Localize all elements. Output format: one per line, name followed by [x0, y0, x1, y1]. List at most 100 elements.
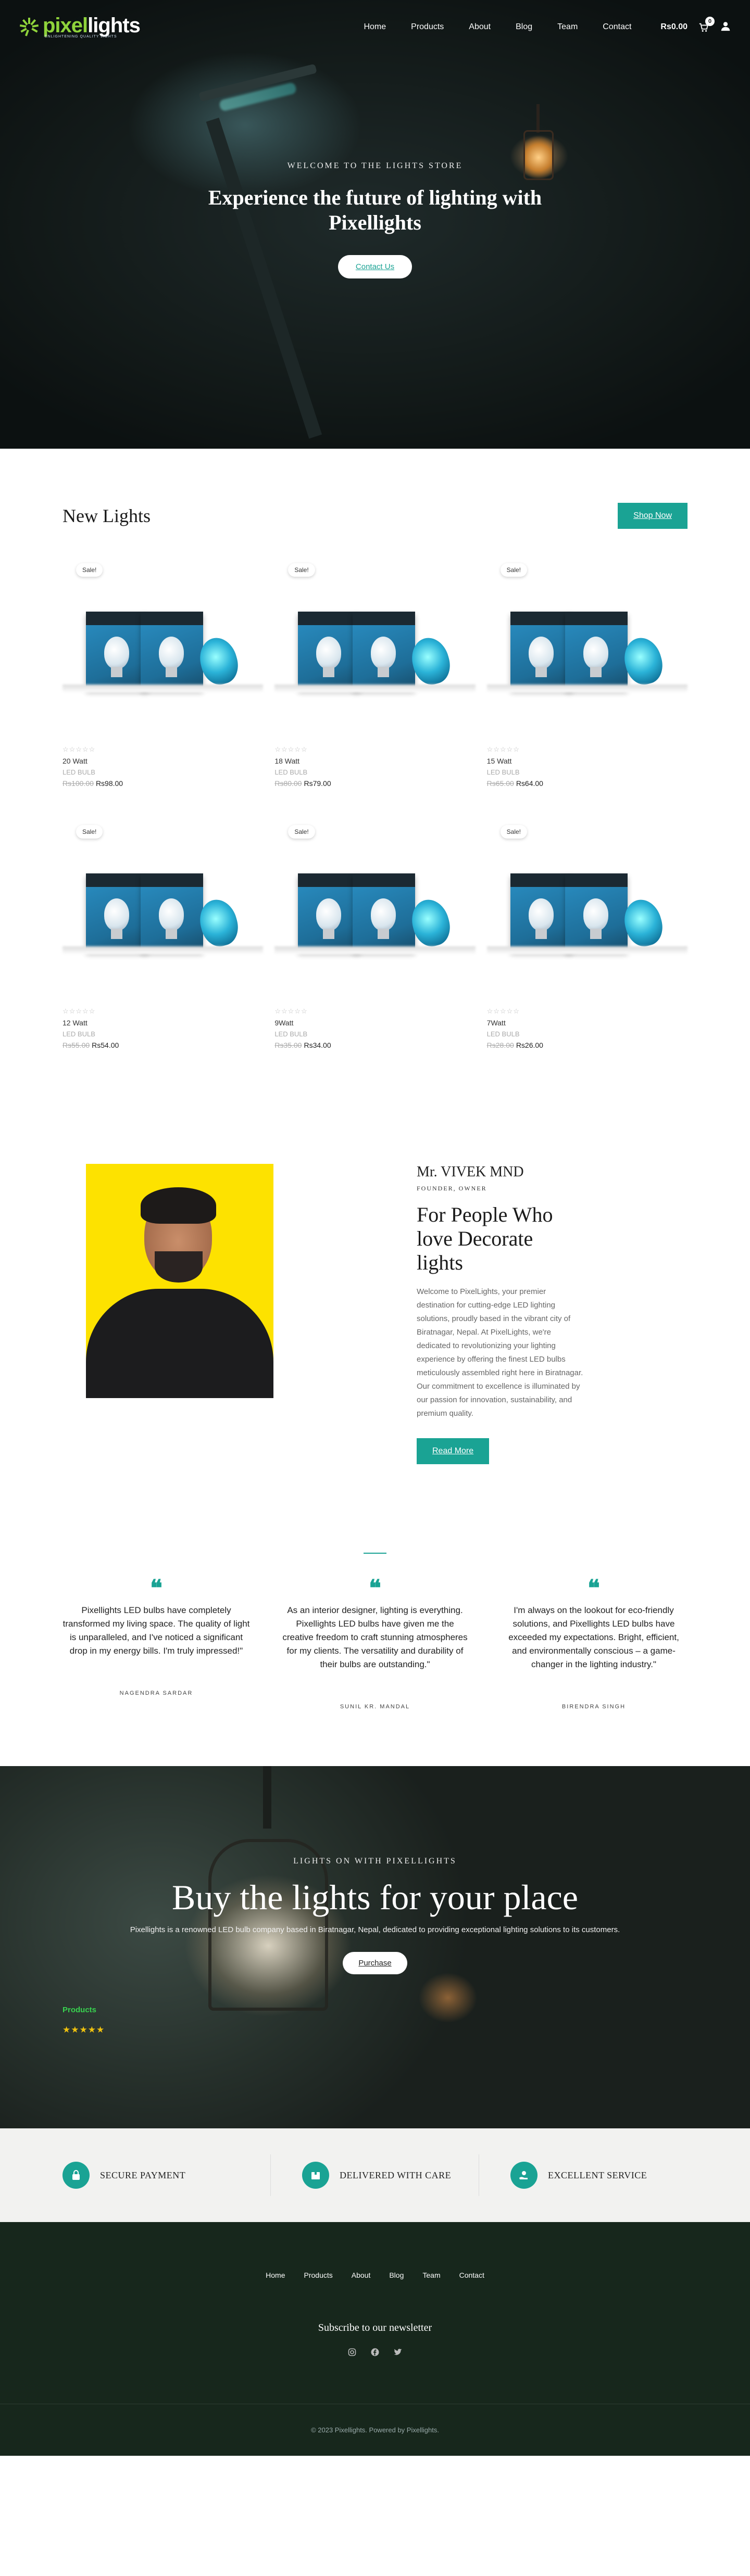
- product-card[interactable]: Sale! ☆☆☆☆☆ 7Watt LED BULB Rs28.00 Rs26.0…: [486, 819, 688, 1049]
- hero-cage-bar: [536, 104, 540, 133]
- contact-us-button[interactable]: Contact Us: [338, 255, 413, 278]
- cart-icon[interactable]: 0: [698, 17, 715, 32]
- product-price: Rs80.00 Rs79.00: [274, 779, 475, 788]
- features-bar: SECURE PAYMENT DELIVERED WITH CARE EXCEL…: [0, 2128, 750, 2222]
- banner-eyebrow: LIGHTS ON WITH PIXELLIGHTS: [293, 1857, 457, 1866]
- menu-item-contact[interactable]: Contact: [603, 22, 631, 32]
- testimonial-text: Pixellights LED bulbs have completely tr…: [63, 1605, 250, 1656]
- social-links: [0, 2347, 750, 2357]
- user-icon[interactable]: [720, 20, 731, 34]
- footer-link-about[interactable]: About: [352, 2271, 371, 2279]
- product-image[interactable]: Sale!: [274, 557, 476, 734]
- main-menu: Home Products About Blog Team Contact: [364, 22, 631, 32]
- product-image[interactable]: Sale!: [486, 557, 688, 734]
- cart-count-badge: 0: [705, 17, 715, 26]
- product-name[interactable]: 20 Watt: [63, 757, 263, 765]
- product-category[interactable]: LED BULB: [274, 1030, 475, 1038]
- hero-title: Experience the future of lighting with P…: [208, 186, 542, 234]
- old-price: Rs28.00: [486, 1041, 514, 1049]
- rating-stars: ☆☆☆☆☆: [63, 1007, 96, 1015]
- sale-badge: Sale!: [500, 563, 528, 577]
- lock-icon: [63, 2162, 90, 2189]
- products-label[interactable]: Products: [63, 2006, 105, 2014]
- hero-section: pixellights ENLIGHTENING QUALITY LIGHTS …: [0, 0, 750, 449]
- footer-link-products[interactable]: Products: [304, 2271, 333, 2279]
- sale-price: Rs98.00: [95, 779, 123, 788]
- product-name[interactable]: 12 Watt: [63, 1019, 263, 1027]
- product-image[interactable]: Sale!: [486, 819, 688, 996]
- newsletter-heading: Subscribe to our newsletter: [318, 2322, 432, 2333]
- menu-item-about[interactable]: About: [469, 22, 491, 32]
- product-card[interactable]: Sale! ☆☆☆☆☆ 15 Watt LED BULB Rs65.00 Rs64…: [486, 557, 688, 788]
- feature-label: SECURE PAYMENT: [100, 2169, 186, 2180]
- service-hand-icon: [510, 2162, 538, 2189]
- logo-burst-icon: [19, 17, 40, 37]
- purchase-banner: LIGHTS ON WITH PIXELLIGHTS Buy the light…: [0, 1766, 750, 2128]
- rating-stars: ☆☆☆☆☆: [63, 745, 96, 753]
- product-category[interactable]: LED BULB: [274, 768, 475, 776]
- product-image[interactable]: Sale!: [274, 819, 476, 996]
- sale-badge: Sale!: [288, 825, 315, 839]
- old-price: Rs65.00: [486, 779, 514, 788]
- shop-now-button[interactable]: Shop Now: [618, 503, 688, 529]
- testimonial-author: BIRENDRA SINGH: [561, 1704, 626, 1710]
- twitter-icon[interactable]: [393, 2347, 403, 2357]
- instagram-icon[interactable]: [347, 2347, 357, 2357]
- section-divider: [364, 1553, 386, 1554]
- logo-tagline: ENLIGHTENING QUALITY LIGHTS: [45, 34, 117, 39]
- product-name[interactable]: 9Watt: [274, 1019, 475, 1027]
- menu-item-products[interactable]: Products: [411, 22, 444, 32]
- old-price: Rs55.00: [63, 1041, 90, 1049]
- quote-icon: ❝: [369, 1576, 381, 1601]
- product-name[interactable]: 15 Watt: [487, 757, 688, 765]
- banner-subtitle: Pixellights is a renowned LED bulb compa…: [130, 1925, 620, 1934]
- testimonial-author: SUNIL KR. MANDAL: [340, 1704, 410, 1710]
- footer-menu: Home Products About Blog Team Contact: [0, 2222, 750, 2279]
- read-more-button[interactable]: Read More: [417, 1438, 490, 1464]
- product-name[interactable]: 7Watt: [487, 1019, 688, 1027]
- banner-title: Buy the lights for your place: [172, 1877, 578, 1917]
- footer-link-team[interactable]: Team: [422, 2271, 440, 2279]
- menu-item-team[interactable]: Team: [557, 22, 578, 32]
- rating-stars: ☆☆☆☆☆: [486, 1007, 520, 1015]
- product-card[interactable]: Sale! ☆☆☆☆☆ 12 Watt LED BULB Rs55.00 Rs54…: [63, 819, 264, 1049]
- product-category[interactable]: LED BULB: [63, 1030, 263, 1038]
- purchase-button[interactable]: Purchase: [343, 1952, 407, 1974]
- feature-delivered-with-care: DELIVERED WITH CARE: [271, 2154, 479, 2196]
- footer-link-blog[interactable]: Blog: [389, 2271, 404, 2279]
- feature-secure-payment: SECURE PAYMENT: [63, 2154, 271, 2196]
- testimonials-section: ❝ Pixellights LED bulbs have completely …: [0, 1532, 750, 1766]
- rating-stars: ★★★★★: [63, 2025, 105, 2035]
- testimonial: ❝ As an interior designer, lighting is e…: [281, 1576, 469, 1710]
- footer-link-home[interactable]: Home: [266, 2271, 285, 2279]
- product-image[interactable]: Sale!: [63, 557, 264, 734]
- footer-link-contact[interactable]: Contact: [459, 2271, 484, 2279]
- testimonial: ❝ I'm always on the lookout for eco-frie…: [500, 1577, 688, 1710]
- feature-label: EXCELLENT SERVICE: [548, 2169, 647, 2180]
- sale-badge: Sale!: [500, 825, 528, 839]
- product-price: Rs35.00 Rs34.00: [274, 1041, 475, 1049]
- menu-item-blog[interactable]: Blog: [516, 22, 532, 32]
- cart-total[interactable]: Rs0.00: [660, 22, 688, 32]
- product-card[interactable]: Sale! ☆☆☆☆☆ 9Watt LED BULB Rs35.00 Rs34.0…: [274, 819, 476, 1049]
- sale-badge: Sale!: [76, 563, 103, 577]
- product-name[interactable]: 18 Watt: [274, 757, 475, 765]
- product-card[interactable]: Sale! ☆☆☆☆☆ 20 Watt LED BULB Rs100.00 Rs9…: [63, 557, 264, 788]
- sale-price: Rs54.00: [92, 1041, 119, 1049]
- rating-stars: ☆☆☆☆☆: [486, 745, 520, 753]
- hero-eyebrow: WELCOME TO THE LIGHTS STORE: [287, 161, 463, 170]
- sale-price: Rs26.00: [516, 1041, 543, 1049]
- product-price: Rs28.00 Rs26.00: [487, 1041, 688, 1049]
- product-card[interactable]: Sale! ☆☆☆☆☆ 18 Watt LED BULB Rs80.00 Rs79…: [274, 557, 476, 788]
- owner-role: FOUNDER, OWNER: [417, 1185, 487, 1192]
- product-category[interactable]: LED BULB: [487, 1030, 688, 1038]
- product-price: Rs55.00 Rs54.00: [63, 1041, 263, 1049]
- facebook-icon[interactable]: [370, 2347, 380, 2357]
- product-price: Rs65.00 Rs64.00: [487, 779, 688, 788]
- product-category[interactable]: LED BULB: [63, 768, 263, 776]
- product-image[interactable]: Sale!: [63, 819, 264, 996]
- product-category[interactable]: LED BULB: [487, 768, 688, 776]
- menu-item-home[interactable]: Home: [364, 22, 386, 32]
- logo[interactable]: pixellights ENLIGHTENING QUALITY LIGHTS: [19, 15, 141, 39]
- owner-description: Welcome to PixelLights, your premier des…: [417, 1287, 583, 1418]
